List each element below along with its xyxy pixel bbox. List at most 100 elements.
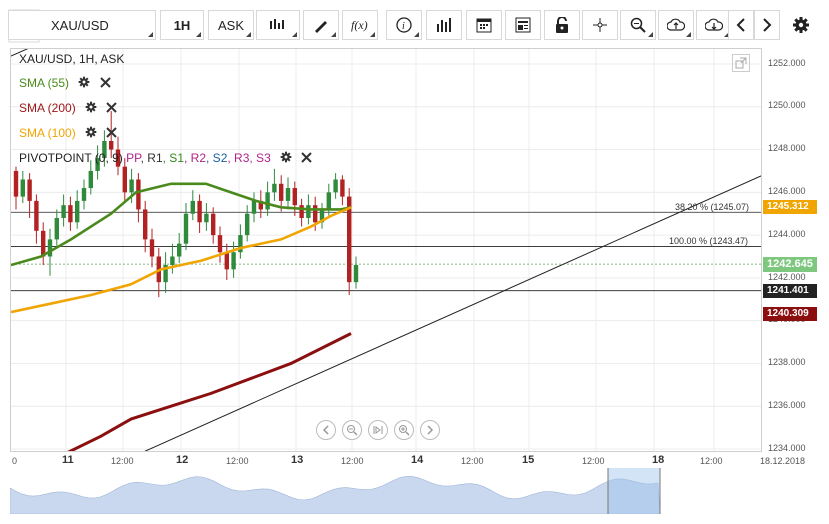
navigator-window[interactable] (608, 468, 660, 514)
candle-body (20, 179, 25, 197)
info-button[interactable]: i (386, 10, 422, 40)
legend-sma100-remove[interactable] (106, 127, 118, 141)
symbol-label: XAU/USD (51, 17, 109, 33)
calendar-button[interactable] (466, 10, 502, 40)
price-type-label: ASK (217, 17, 244, 33)
candle-body (129, 179, 134, 193)
scroll-left-button[interactable] (728, 10, 754, 40)
candle-body (143, 209, 148, 240)
legend-sma55-label: SMA (55) (19, 76, 70, 90)
legend-sma200-settings[interactable] (85, 101, 97, 116)
chart-title: XAU/USD, 1H, ASK (19, 52, 125, 66)
scroll-right-button[interactable] (754, 10, 780, 40)
news-button[interactable] (505, 10, 541, 40)
candle-body (245, 213, 250, 236)
candle-body (306, 205, 311, 218)
time-tick: 12:00 (111, 456, 134, 466)
legend-pivot-remove[interactable] (301, 152, 313, 166)
interval-selector[interactable]: 1H (160, 10, 204, 40)
nav-zoom-in-button[interactable] (394, 420, 414, 440)
candle-body (272, 183, 277, 193)
upload-icon (667, 18, 685, 31)
function-button[interactable]: f(x) (342, 10, 378, 40)
legend-pivot-parts: PP, R1, S1, R2, S2, R3, S3 (126, 151, 271, 165)
candle-body (326, 192, 331, 210)
reset-icon (373, 426, 383, 434)
legend-sma200-remove[interactable] (106, 102, 118, 116)
candle-body (251, 200, 257, 214)
candle-body (217, 235, 223, 253)
zoom-in-icon (399, 425, 410, 436)
legend-pivot-settings[interactable] (280, 151, 292, 166)
crosshair-button[interactable] (582, 10, 618, 40)
price-tick: 1244.000 (768, 229, 806, 239)
candle-body (204, 213, 209, 223)
lock-icon (556, 17, 568, 33)
candle-body (54, 218, 59, 240)
gear-icon (85, 126, 97, 138)
gear-icon (793, 17, 809, 33)
candle-body (136, 179, 141, 210)
candle-body (231, 252, 236, 270)
nav-forward-button[interactable] (420, 420, 440, 440)
pivot-part: , S3 (249, 151, 271, 165)
zoom-button[interactable] (620, 10, 656, 40)
volume-button[interactable] (426, 10, 462, 40)
settings-button[interactable] (786, 10, 816, 40)
time-tick-day: 15 (522, 454, 535, 466)
candle-body (353, 265, 359, 283)
chart-type-button[interactable] (256, 10, 300, 40)
time-tick-day: 14 (411, 454, 424, 466)
price-type-selector[interactable]: ASK (208, 10, 254, 40)
fib-label-100: 100.00 % (1243.47) (669, 236, 749, 246)
time-tick-date: 18.12.2018 (760, 456, 806, 466)
candle-body (265, 192, 270, 210)
time-tick-day: 18 (652, 454, 665, 466)
lock-button[interactable] (544, 10, 580, 40)
legend-sma100-settings[interactable] (85, 126, 97, 141)
close-icon (106, 102, 118, 113)
interval-label: 1H (173, 17, 191, 33)
close-icon (99, 77, 111, 88)
svg-text:f(x): f(x) (351, 18, 368, 32)
candle-body (13, 170, 19, 197)
symbol-selector[interactable]: XAU/USD (8, 10, 156, 40)
price-tick: 1246.000 (768, 186, 806, 196)
download-button[interactable] (696, 10, 732, 40)
nav-reset-button[interactable] (368, 420, 388, 440)
pivot-part: , R2 (184, 151, 207, 165)
chevron-left-icon (322, 425, 329, 435)
candle-body (313, 205, 318, 223)
popout-button[interactable] (732, 54, 750, 72)
legend-sma55-remove[interactable] (99, 77, 111, 91)
price-tick: 1242.000 (768, 272, 806, 282)
upload-button[interactable] (658, 10, 694, 40)
pivot-part: , S1 (162, 151, 184, 165)
candle-body (61, 205, 66, 218)
price-axis[interactable]: 1252.000 1250.000 1248.000 1246.000 1244… (762, 48, 829, 453)
candle-body (292, 188, 297, 206)
time-tick: 12:00 (461, 456, 484, 466)
candle-body (34, 200, 39, 231)
candle-body (149, 239, 155, 257)
time-axis[interactable]: 0 11 12:00 12 12:00 13 12:00 14 12:00 15… (10, 452, 820, 468)
chart-area[interactable] (10, 48, 762, 452)
candle-body (183, 213, 189, 244)
volume-icon (437, 18, 451, 32)
price-tag-sma100: 1245.312 (763, 200, 817, 214)
price-tag-level: 1241.401 (763, 284, 817, 298)
price-tick: 1236.000 (768, 400, 806, 410)
draw-tool-button[interactable] (303, 10, 339, 40)
nav-zoom-out-button[interactable] (342, 420, 362, 440)
candle-body (197, 200, 202, 223)
legend-sma55-settings[interactable] (78, 76, 90, 91)
legend-pivotpoint: PIVOTPOINT (0, 9) PP, R1, S1, R2, S2, R3… (19, 151, 313, 166)
candle-body (211, 213, 216, 236)
close-icon (106, 127, 118, 138)
time-tick: 12:00 (700, 456, 723, 466)
pivot-part: PP (126, 151, 141, 165)
chevron-right-icon (763, 18, 772, 32)
nav-back-button[interactable] (316, 420, 336, 440)
navigator[interactable] (9, 468, 820, 515)
price-chart-svg[interactable] (11, 49, 762, 452)
